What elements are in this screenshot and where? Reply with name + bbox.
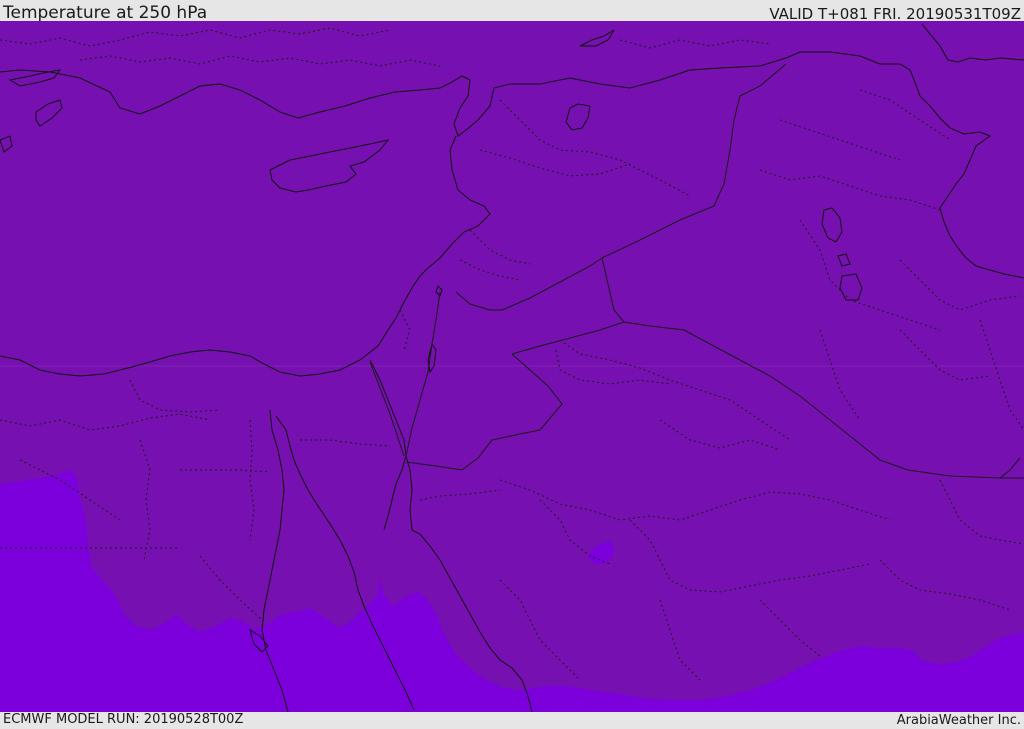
map-figure: Temperature at 250 hPa VALID T+081 FRI. … [0, 0, 1024, 729]
map-title: Temperature at 250 hPa [3, 3, 208, 23]
credit-label: ArabiaWeather Inc. [896, 713, 1021, 728]
header-bar: Temperature at 250 hPa VALID T+081 FRI. … [0, 0, 1024, 23]
model-run-label: ECMWF MODEL RUN: 20190528T00Z [3, 712, 244, 727]
map-canvas[interactable] [0, 21, 1024, 712]
footer-bar: ECMWF MODEL RUN: 20190528T00Z ArabiaWeat… [0, 712, 1024, 729]
map-svg [0, 21, 1024, 712]
